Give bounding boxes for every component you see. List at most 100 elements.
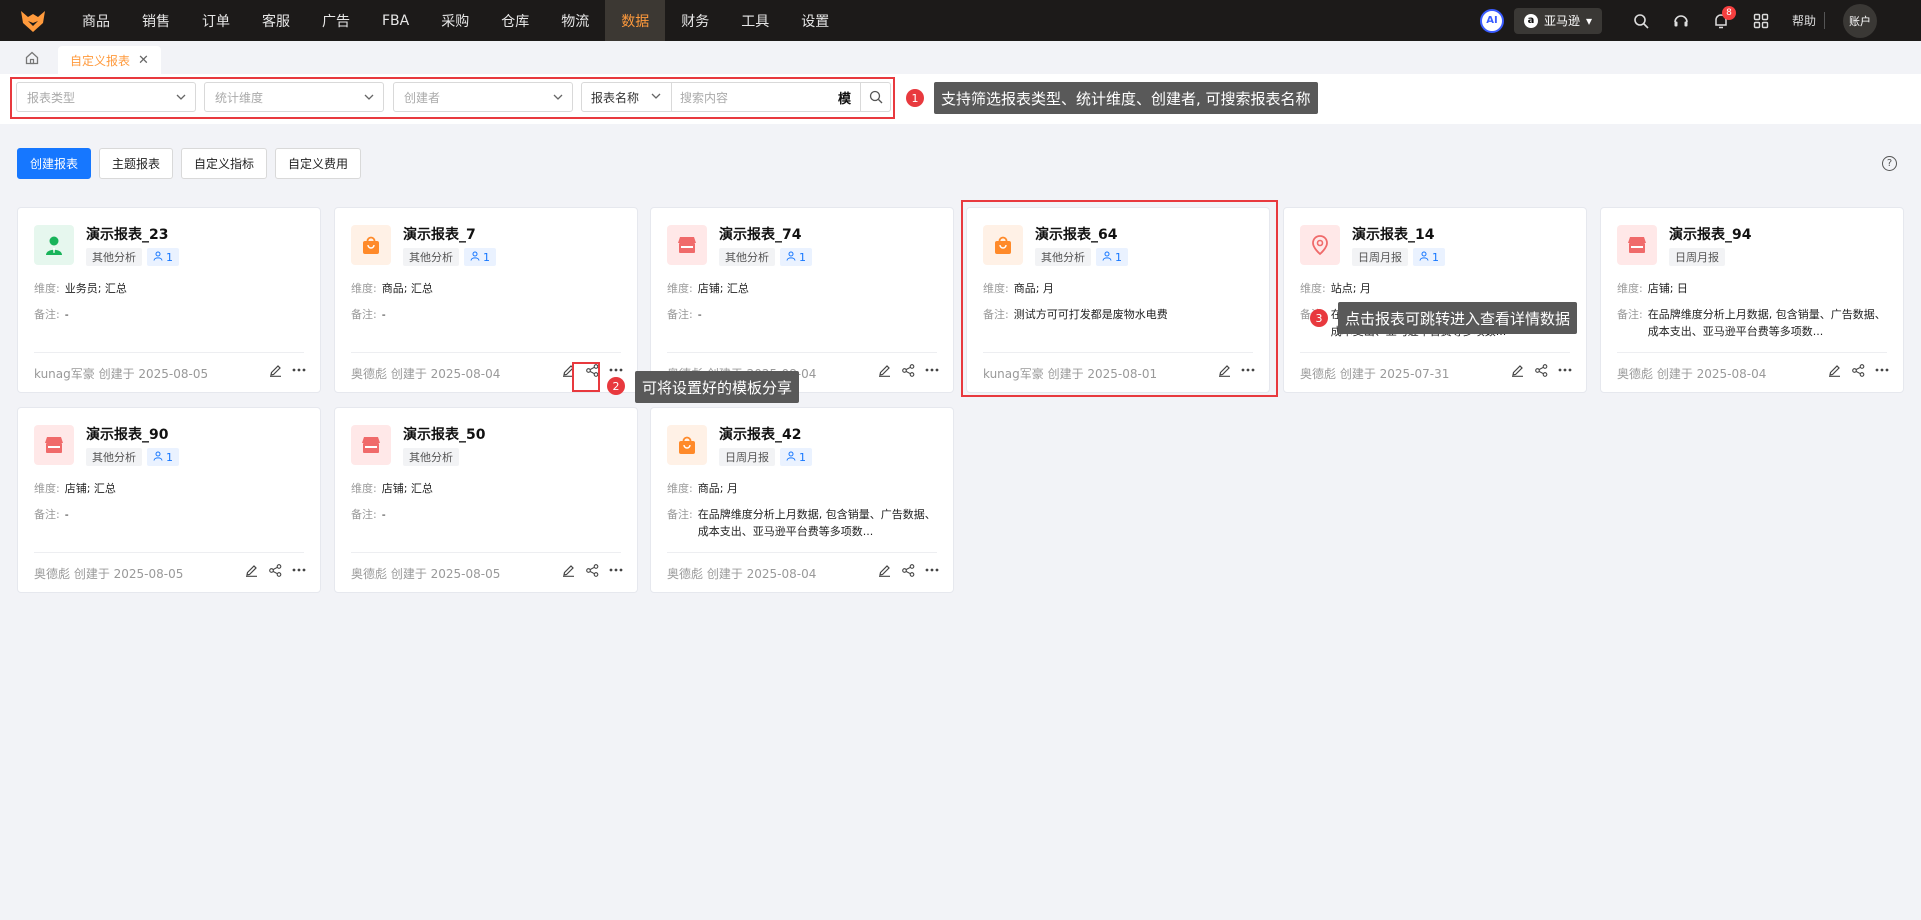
more-icon[interactable] [292,562,306,578]
shared-user-count: 1 [799,450,806,464]
report-card[interactable]: 演示报表_23 其他分析 1 维度: 业务员; 汇总 备注: - kunag军豪… [17,207,321,393]
nav-item[interactable]: 物流 [545,0,605,41]
share-icon[interactable] [1851,362,1865,378]
ai-assistant-icon[interactable]: AI [1479,8,1504,33]
report-card[interactable]: 演示报表_94 日周月报 维度: 店铺; 日 备注: 在品牌维度分析上月数据, … [1600,207,1904,393]
search-field-select[interactable]: 报表名称 [582,83,672,111]
creator-info: 奥德彪 创建于 2025-08-04 [1617,367,1767,381]
nav-item[interactable]: FBA [366,0,425,41]
platform-selector[interactable]: a 亚马逊 ▾ [1513,7,1602,34]
action-bar: 创建报表 主题报表 自定义指标 自定义费用 ? [0,124,1921,190]
store-icon [667,225,707,265]
edit-icon[interactable] [1510,362,1524,378]
chevron-down-icon [553,94,563,100]
remark-value: 在品牌维度分析上月数据, 包含销量、广告数据、成本支出、亚马逊平台费等多项数..… [697,508,936,538]
report-title: 演示报表_90 [86,427,169,443]
apps-grid-icon[interactable] [1746,6,1776,36]
report-title: 演示报表_74 [719,227,802,243]
creator-placeholder: 创建者 [404,90,441,105]
remark-value: - [381,308,386,321]
nav-item[interactable]: 销售 [126,0,186,41]
edit-icon[interactable] [268,362,282,378]
bell-icon[interactable]: 8 [1706,5,1736,36]
remark-row: 备注: - [351,506,621,523]
nav-item[interactable]: 财务 [665,0,725,41]
share-icon[interactable] [1534,362,1548,378]
bag-icon [667,425,707,465]
tag-list: 其他分析 1 [86,448,179,466]
edit-icon[interactable] [1827,362,1841,378]
report-card[interactable]: 演示报表_42 日周月报 1 维度: 商品; 月 备注: 在品牌维度分析上月数据… [650,407,954,593]
search-icon[interactable] [1626,6,1656,36]
headset-icon[interactable] [1666,6,1696,36]
account-avatar[interactable]: 账户 [1843,3,1877,38]
card-actions [877,362,939,378]
more-icon[interactable] [1558,362,1572,378]
more-icon[interactable] [1875,362,1889,378]
dimension-placeholder: 统计维度 [215,90,264,105]
share-icon[interactable] [901,562,915,578]
report-card[interactable]: 演示报表_90 其他分析 1 维度: 店铺; 汇总 备注: - 奥德彪 创建于 … [17,407,321,593]
user-icon [153,251,163,264]
report-title: 演示报表_14 [1352,227,1435,243]
theme-report-button[interactable]: 主题报表 [99,148,173,179]
tab-custom-report[interactable]: 自定义报表 ✕ [58,46,161,74]
dimension-label: 维度: [1300,282,1326,295]
create-report-button[interactable]: 创建报表 [17,148,91,179]
edit-icon[interactable] [877,562,891,578]
nav-item[interactable]: 仓库 [485,0,545,41]
fuzzy-mode-toggle[interactable]: 模 [838,88,860,107]
search-input[interactable]: 搜索内容 [672,83,838,111]
remark-value: - [381,508,386,521]
report-title: 演示报表_42 [719,427,802,443]
search-button[interactable] [860,83,890,111]
tag-list: 日周月报 1 [1352,248,1445,266]
divider [667,352,937,353]
custom-metric-button[interactable]: 自定义指标 [181,148,267,179]
dimension-value: 站点; 月 [1330,282,1371,295]
more-icon[interactable] [609,362,623,378]
edit-icon[interactable] [877,362,891,378]
chevron-down-icon [364,94,374,100]
help-link[interactable]: 帮助 [1786,12,1825,29]
creator-select[interactable]: 创建者 [393,82,573,112]
category-tag: 其他分析 [86,448,142,466]
dimension-label: 维度: [351,282,377,295]
nav-item[interactable]: 广告 [306,0,366,41]
tab-bar: 自定义报表 ✕ [0,41,1921,74]
share-highlight-box [572,362,600,392]
custom-cost-button[interactable]: 自定义费用 [275,148,361,179]
dimension-select[interactable]: 统计维度 [204,82,384,112]
nav-item[interactable]: 采购 [425,0,485,41]
more-icon[interactable] [609,562,623,578]
share-icon[interactable] [585,562,599,578]
search-group: 报表名称 搜索内容 模 [581,82,891,112]
share-icon[interactable] [268,562,282,578]
report-card[interactable]: 演示报表_74 其他分析 1 维度: 店铺; 汇总 备注: - 奥德彪 创建于 … [650,207,954,393]
more-icon[interactable] [925,562,939,578]
category-tag: 其他分析 [403,448,459,466]
report-type-select[interactable]: 报表类型 [16,82,196,112]
nav-item[interactable]: 商品 [66,0,126,41]
callout-number-3: 3 [1310,309,1328,327]
share-icon[interactable] [901,362,915,378]
edit-icon[interactable] [561,562,575,578]
home-icon[interactable] [20,45,44,71]
nav-item[interactable]: 设置 [785,0,845,41]
user-icon [153,451,163,464]
help-icon[interactable]: ? [1882,156,1897,171]
close-icon[interactable]: ✕ [138,53,149,68]
edit-icon[interactable] [244,562,258,578]
more-icon[interactable] [925,362,939,378]
nav-item[interactable]: 订单 [186,0,246,41]
nav-item[interactable]: 客服 [246,0,306,41]
search-field-label: 报表名称 [591,90,640,105]
nav-item[interactable]: 工具 [725,0,785,41]
report-card[interactable]: 演示报表_14 日周月报 1 维度: 站点; 月 备注: 在品牌维度分析上月数据… [1283,207,1587,393]
nav-item[interactable]: 数据 [605,0,666,41]
location-icon [1300,225,1340,265]
amazon-icon: a [1523,13,1538,28]
more-icon[interactable] [292,362,306,378]
report-card[interactable]: 演示报表_50 其他分析 维度: 店铺; 汇总 备注: - 奥德彪 创建于 20… [334,407,638,593]
app-logo[interactable] [0,0,66,41]
